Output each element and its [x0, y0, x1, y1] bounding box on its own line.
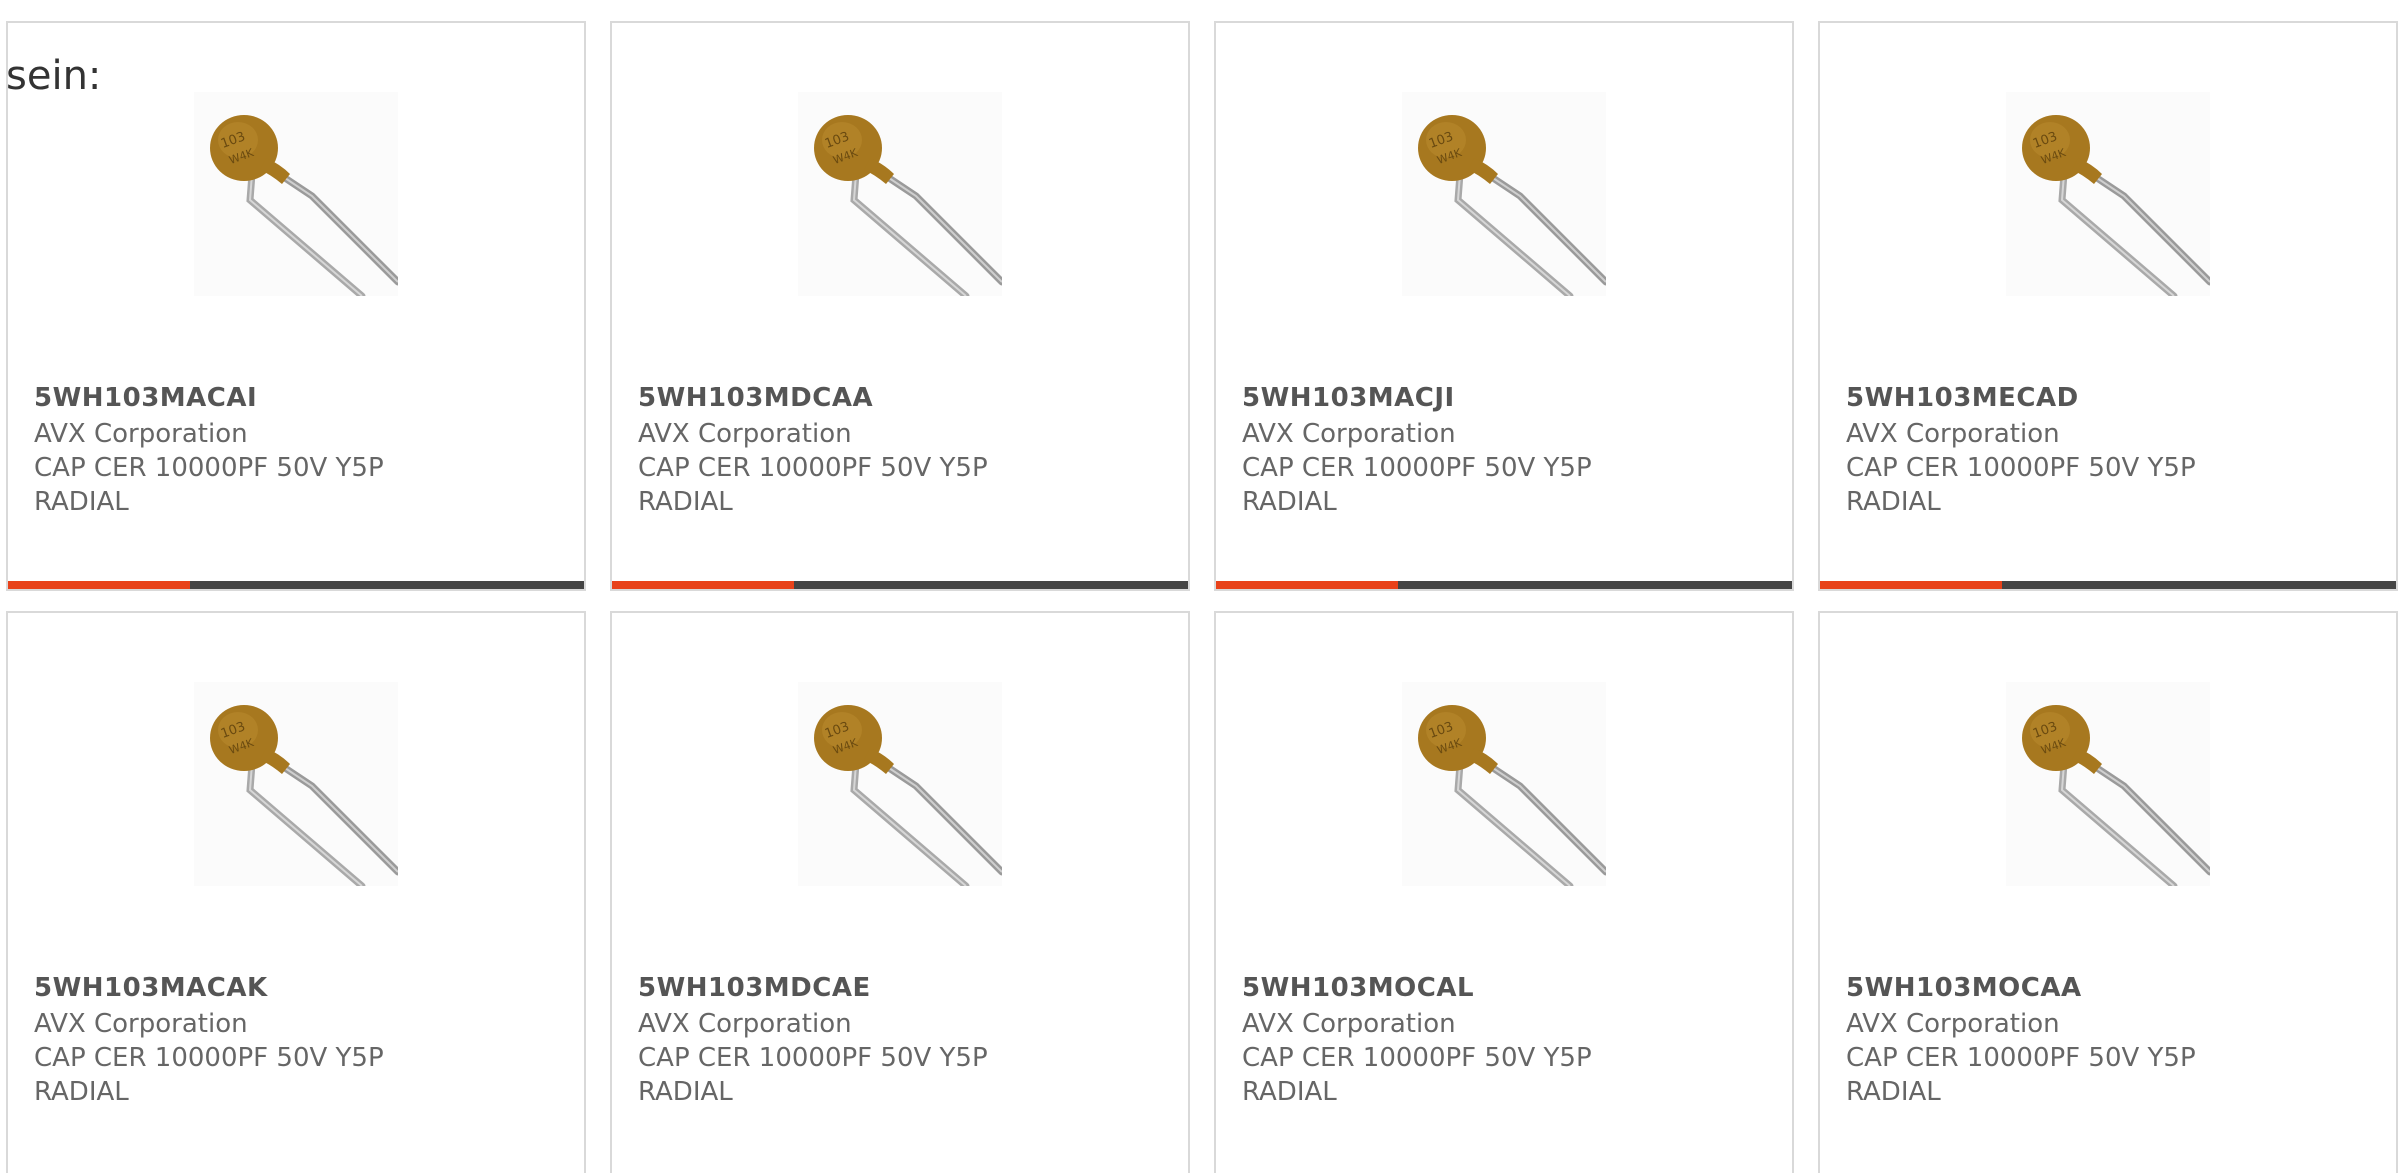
product-image[interactable]: 103 W4K: [2006, 92, 2210, 296]
manufacturer-label: AVX Corporation: [1242, 1009, 1456, 1039]
card-footer-bar: [1820, 581, 2396, 589]
product-card[interactable]: 103 W4K 5WH103MECAD AVX Corporation CAP C…: [1818, 21, 2398, 591]
manufacturer-label: AVX Corporation: [34, 419, 248, 449]
product-description: CAP CER 10000PF 50V Y5P RADIAL: [638, 453, 988, 517]
card-accent-bar: [612, 581, 794, 589]
part-number-link[interactable]: 5WH103MECAD: [1846, 381, 2079, 415]
card-accent-bar: [1216, 581, 1398, 589]
product-card[interactable]: 103 W4K 5WH103MOCAA AVX Corporation CAP C…: [1818, 611, 2398, 1173]
product-card[interactable]: 103 W4K 5WH103MDCAE AVX Corporation CAP C…: [610, 611, 1190, 1173]
product-image[interactable]: 103 W4K: [2006, 682, 2210, 886]
product-description: CAP CER 10000PF 50V Y5P RADIAL: [1242, 453, 1592, 517]
product-description: CAP CER 10000PF 50V Y5P RADIAL: [1846, 453, 2196, 517]
product-description: CAP CER 10000PF 50V Y5P RADIAL: [34, 1043, 384, 1107]
card-accent-bar: [1820, 581, 2002, 589]
part-number-link[interactable]: 5WH103MACAK: [34, 971, 268, 1005]
manufacturer-label: AVX Corporation: [34, 1009, 248, 1039]
product-card[interactable]: 103 W4K 5WH103MDCAA AVX Corporation CAP C…: [610, 21, 1190, 591]
part-number-link[interactable]: 5WH103MOCAA: [1846, 971, 2082, 1005]
card-footer-bar: [1216, 581, 1792, 589]
product-image[interactable]: 103 W4K: [798, 92, 1002, 296]
manufacturer-label: AVX Corporation: [638, 1009, 852, 1039]
product-card[interactable]: 103 W4K 5WH103MACAK AVX Corporation CAP C…: [6, 611, 586, 1173]
part-number-link[interactable]: 5WH103MOCAL: [1242, 971, 1474, 1005]
manufacturer-label: AVX Corporation: [1846, 419, 2060, 449]
product-description: CAP CER 10000PF 50V Y5P RADIAL: [1242, 1043, 1592, 1107]
card-footer-bar: [8, 581, 584, 589]
manufacturer-label: AVX Corporation: [1242, 419, 1456, 449]
product-image[interactable]: 103 W4K: [194, 92, 398, 296]
product-card[interactable]: 103 W4K 5WH103MOCAL AVX Corporation CAP C…: [1214, 611, 1794, 1173]
part-number-link[interactable]: 5WH103MACJI: [1242, 381, 1455, 415]
card-accent-bar: [8, 581, 190, 589]
manufacturer-label: AVX Corporation: [1846, 1009, 2060, 1039]
product-image[interactable]: 103 W4K: [1402, 682, 1606, 886]
product-description: CAP CER 10000PF 50V Y5P RADIAL: [34, 453, 384, 517]
product-image[interactable]: 103 W4K: [798, 682, 1002, 886]
product-image[interactable]: 103 W4K: [1402, 92, 1606, 296]
part-number-link[interactable]: 5WH103MDCAA: [638, 381, 873, 415]
product-grid: 103 W4K 5WH103MACAI AVX Corporation CAP C…: [0, 0, 2400, 1173]
part-number-link[interactable]: 5WH103MACAI: [34, 381, 257, 415]
product-description: CAP CER 10000PF 50V Y5P RADIAL: [638, 1043, 988, 1107]
manufacturer-label: AVX Corporation: [638, 419, 852, 449]
card-footer-bar: [612, 581, 1188, 589]
product-card[interactable]: 103 W4K 5WH103MACAI AVX Corporation CAP C…: [6, 21, 586, 591]
product-description: CAP CER 10000PF 50V Y5P RADIAL: [1846, 1043, 2196, 1107]
product-card[interactable]: 103 W4K 5WH103MACJI AVX Corporation CAP C…: [1214, 21, 1794, 591]
intro-text: sein:: [6, 53, 102, 99]
product-image[interactable]: 103 W4K: [194, 682, 398, 886]
part-number-link[interactable]: 5WH103MDCAE: [638, 971, 871, 1005]
